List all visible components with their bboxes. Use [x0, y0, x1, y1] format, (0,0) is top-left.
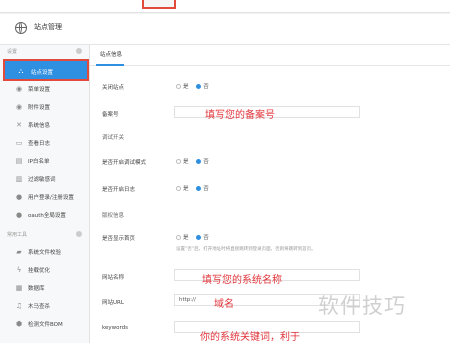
- collapse-icon[interactable]: [76, 231, 82, 237]
- sidebar-item-filter-words[interactable]: ▥ 过滤敏感词: [0, 170, 89, 188]
- keywords-note: 你的系统关键词，利于: [200, 332, 300, 343]
- top-bar: [0, 0, 450, 13]
- sidebar-item-view-log[interactable]: ▭ 查看日志: [0, 134, 89, 152]
- copyright-section-title: 版权信息: [102, 213, 125, 219]
- tab-active-indicator: [96, 64, 124, 66]
- close-site-no-radio[interactable]: [196, 83, 202, 89]
- show-home-no-radio[interactable]: [196, 234, 202, 240]
- folder-icon: ▰: [16, 248, 22, 256]
- sidebar-item-file-check[interactable]: ▰ 系统文件校验: [0, 243, 89, 261]
- watermark-text: 软件技巧: [318, 294, 406, 318]
- sidebar-item-oauth[interactable]: ● oauth全局设置: [0, 206, 89, 224]
- sidebar: 设置 ⛬ 站点设置 ◉ 菜单设置 ◉ 附件设置 ✕ 系统信息 ▭ 查看日志 ▤ …: [0, 45, 90, 343]
- globe-icon: [15, 22, 27, 34]
- sidebar-item-attachment-settings[interactable]: ◉ 附件设置: [0, 98, 89, 116]
- icp-note: 填写您的备案号: [205, 110, 275, 121]
- site-url-label: 网站URL: [102, 300, 124, 306]
- debug-mode-no-radio[interactable]: [196, 158, 202, 164]
- page-header: 站点管理: [0, 14, 450, 45]
- collapse-icon[interactable]: [76, 48, 82, 54]
- tools-icon: ✕: [16, 121, 22, 129]
- close-site-label: 关闭站点: [102, 85, 125, 91]
- show-home-hint: 设置“否”后，打开地址时将直接跳转到登录页面，否则将跳转到首页。: [176, 247, 316, 252]
- bolt-icon: ϟ: [16, 266, 22, 274]
- sidebar-item-site-settings[interactable]: ⛬ 站点设置: [3, 59, 89, 81]
- menu-icon: ◉: [15, 85, 23, 93]
- attachment-icon: ◉: [15, 103, 23, 111]
- show-home-yes-radio[interactable]: [176, 234, 181, 240]
- log-icon: ▭: [15, 139, 23, 147]
- log-no-radio[interactable]: [196, 185, 202, 191]
- log-radio-group: 是 否: [176, 184, 215, 192]
- site-name-label: 网站名称: [102, 275, 125, 281]
- sidebar-item-trojan-scan[interactable]: ♫ 木马查杀: [0, 297, 89, 315]
- shield-icon: ⬢: [15, 320, 23, 328]
- sidebar-section-settings: 设置: [0, 46, 89, 57]
- debug-mode-radio-group: 是 否: [176, 157, 215, 165]
- highlight-mark: [142, 0, 176, 9]
- page-title: 站点管理: [34, 23, 62, 31]
- sidebar-item-database[interactable]: ▦ 数据库: [0, 279, 89, 297]
- tab-divider: [90, 65, 450, 66]
- log-label: 是否开启日志: [102, 187, 136, 193]
- sidebar-section-tools: 常用工具: [0, 229, 89, 240]
- sidebar-item-menu-settings[interactable]: ◉ 菜单设置: [0, 80, 89, 98]
- debug-mode-label: 是否开启调试模式: [102, 160, 147, 166]
- close-site-yes-radio[interactable]: [176, 83, 181, 89]
- sidebar-item-bom-check[interactable]: ⬢ 检测文件BOM: [0, 315, 89, 333]
- debug-mode-yes-radio[interactable]: [176, 158, 181, 164]
- sidebar-item-user-login[interactable]: ● 用户登录/注册设置: [0, 188, 89, 206]
- user-icon: ●: [15, 193, 23, 201]
- show-home-label: 是否显示首页: [102, 236, 136, 242]
- bell-icon: ♫: [15, 302, 23, 310]
- database-icon: ▦: [15, 284, 23, 292]
- icp-label: 备案号: [102, 112, 119, 118]
- sitemap-icon: ⛬: [18, 67, 24, 75]
- sidebar-item-ip-whitelist[interactable]: ▤ IP白名单: [0, 152, 89, 170]
- log-yes-radio[interactable]: [176, 185, 181, 191]
- tab-site-info[interactable]: 站点信息: [100, 50, 122, 58]
- site-url-note: 域名: [214, 299, 234, 310]
- sidebar-item-system-info[interactable]: ✕ 系统信息: [0, 116, 89, 134]
- sidebar-item-mount-optimize[interactable]: ϟ 挂载优化: [0, 261, 89, 279]
- show-home-radio-group: 是 否: [176, 233, 215, 241]
- site-name-note: 填写您的系统名称: [202, 275, 282, 286]
- oauth-icon: ●: [15, 211, 23, 219]
- whitelist-icon: ▤: [15, 157, 23, 165]
- close-site-radio-group: 是 否: [176, 82, 215, 90]
- debug-section-title: 调试开关: [102, 135, 125, 141]
- keywords-label: keywords: [102, 325, 129, 331]
- filter-icon: ▥: [15, 175, 23, 183]
